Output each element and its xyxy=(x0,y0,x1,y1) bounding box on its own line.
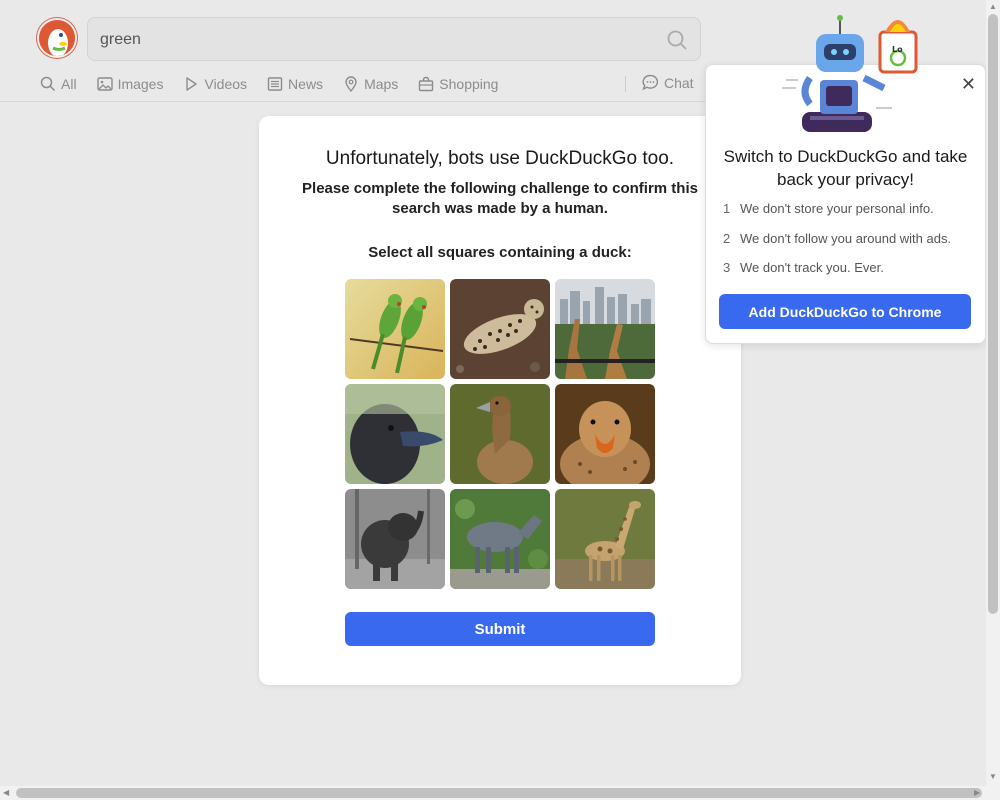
search-icon[interactable] xyxy=(666,29,688,51)
tab-images[interactable]: Images xyxy=(96,76,164,92)
captcha-title: Unfortunately, bots use DuckDuckGo too. xyxy=(325,148,675,169)
tab-divider xyxy=(625,76,626,92)
captcha-tile-elephant[interactable] xyxy=(345,489,445,589)
map-pin-icon xyxy=(345,76,357,92)
vertical-scrollbar[interactable]: ▲ ▼ xyxy=(986,0,1000,786)
tab-news[interactable]: News xyxy=(267,76,323,92)
captcha-tile-brown-duck[interactable] xyxy=(450,384,550,484)
horizontal-scrollbar[interactable]: ◀ ▶ xyxy=(0,786,1000,800)
scroll-left-icon[interactable]: ◀ xyxy=(3,788,9,797)
scroll-down-icon[interactable]: ▼ xyxy=(989,772,997,781)
captcha-tile-nilgai[interactable] xyxy=(450,489,550,589)
tab-label: All xyxy=(61,76,77,92)
list-item: 1 We don't store your personal info. xyxy=(723,201,934,216)
tab-chat[interactable]: Chat xyxy=(642,74,694,91)
scroll-right-icon[interactable]: ▶ xyxy=(974,788,980,797)
scrollbar-thumb[interactable] xyxy=(988,14,998,614)
tab-videos[interactable]: Videos xyxy=(183,76,247,92)
captcha-grid xyxy=(345,279,655,589)
search-input[interactable]: green xyxy=(87,17,701,61)
shopping-bag-icon xyxy=(419,76,434,92)
list-item: 2 We don't follow you around with ads. xyxy=(723,230,952,246)
tab-label: Images xyxy=(117,76,164,92)
captcha-tile-giraffes[interactable] xyxy=(555,279,655,379)
newspaper-icon xyxy=(267,77,283,91)
svg-text:Lo: Lo xyxy=(892,45,903,54)
captcha-tile-giraffe[interactable] xyxy=(555,489,655,589)
tab-all[interactable]: All xyxy=(40,76,77,92)
search-query[interactable]: green xyxy=(100,31,141,49)
add-to-chrome-button[interactable]: Add DuckDuckGo to Chrome xyxy=(719,294,971,329)
image-icon xyxy=(96,77,113,91)
captcha-tile-parakeets[interactable] xyxy=(345,279,445,379)
submit-button[interactable]: Submit xyxy=(345,612,655,646)
play-icon xyxy=(186,77,198,91)
chat-bubble-icon xyxy=(642,74,659,91)
tab-shopping[interactable]: Shopping xyxy=(418,76,498,92)
list-item: 3 We don't track you. Ever. xyxy=(723,260,884,275)
tab-label: News xyxy=(288,76,324,92)
captcha-modal: Unfortunately, bots use DuckDuckGo too. … xyxy=(259,116,741,685)
duckduckgo-logo[interactable] xyxy=(37,18,77,58)
tab-maps[interactable]: Maps xyxy=(343,76,398,92)
scrollbar-thumb[interactable] xyxy=(16,788,982,798)
search-tabs: All Images Videos News Maps Shopping xyxy=(40,72,518,96)
promo-list: 1 We don't store your personal info. 2 We … xyxy=(723,201,951,290)
tab-label: Shopping xyxy=(439,76,499,92)
captcha-subtitle: Please complete the following challenge … xyxy=(302,180,698,217)
captcha-instruction: Select all squares containing a duck: xyxy=(368,244,632,261)
close-icon[interactable]: ✕ xyxy=(961,75,976,93)
tab-label: Maps xyxy=(364,76,399,92)
tab-label: Videos xyxy=(204,76,248,92)
captcha-tile-duck-face[interactable] xyxy=(555,384,655,484)
search-icon xyxy=(40,76,56,92)
robot-illustration: Lo xyxy=(782,15,918,132)
scroll-up-icon[interactable]: ▲ xyxy=(989,2,997,11)
captcha-tile-duck-closeup[interactable] xyxy=(345,384,445,484)
captcha-tile-leopard[interactable] xyxy=(450,279,550,379)
promo-title: Switch to DuckDuckGo and take back your … xyxy=(723,147,968,189)
tab-label: Chat xyxy=(664,74,694,91)
